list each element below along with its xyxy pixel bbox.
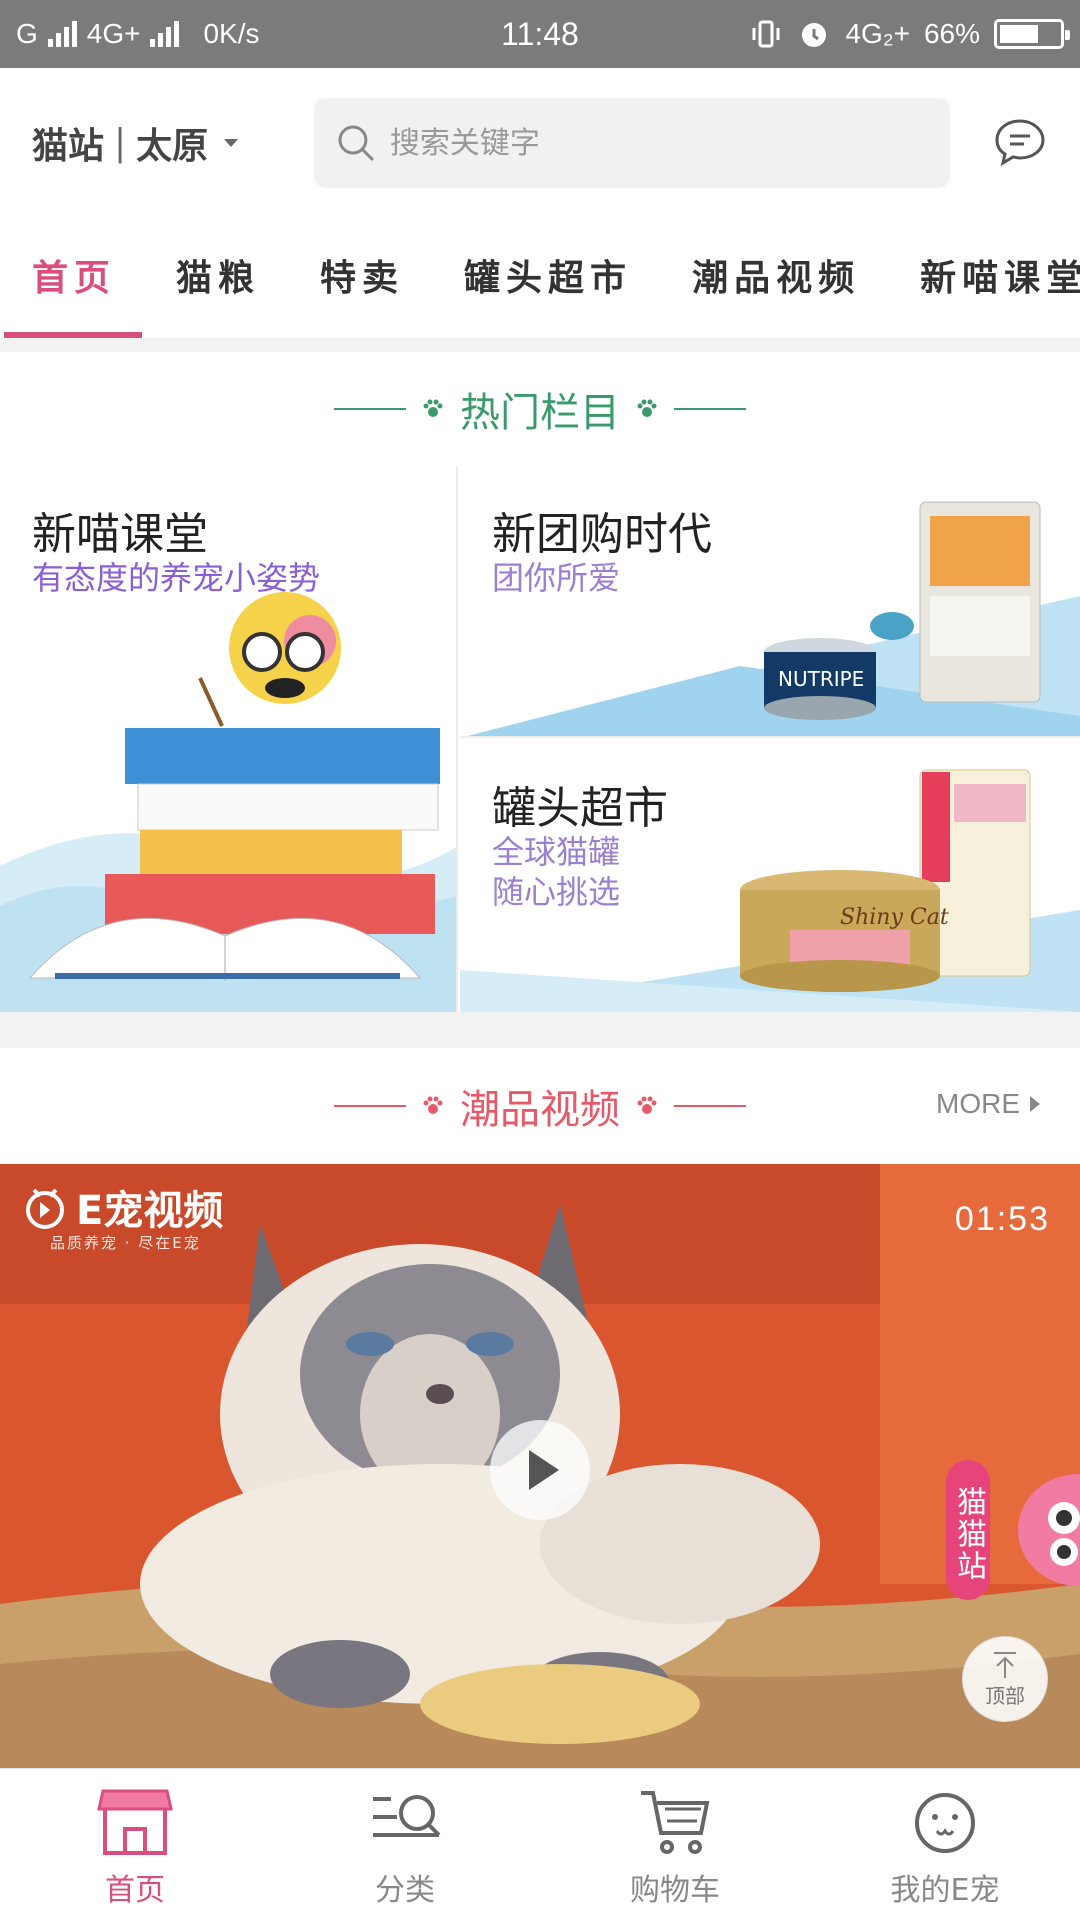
paw-icon: [423, 1096, 443, 1114]
nav-category[interactable]: 分类: [270, 1769, 540, 1920]
tv-icon: [26, 1188, 64, 1229]
nav-home[interactable]: 首页: [0, 1769, 270, 1920]
category-tabs: 首页 猫粮 特卖 罐头超市 潮品视频 新喵课堂: [0, 218, 1080, 338]
alarm-icon: [802, 23, 827, 47]
hot-section-header: 热门栏目: [0, 352, 1080, 466]
card-subtitle: 有态度的养宠小姿势: [32, 559, 321, 597]
network-right-label: 4G₂+: [845, 18, 910, 49]
tab-kitten-class[interactable]: 新喵课堂: [890, 218, 1080, 338]
shop-icon: [97, 1789, 173, 1855]
site-name: 猫站: [32, 125, 105, 167]
section-title: 热门栏目: [460, 390, 620, 436]
card-can-market[interactable]: Shiny Cat 罐头超市 全球猫罐 随心挑选: [460, 740, 1080, 1012]
battery-percent: 66%: [923, 18, 980, 49]
owl-mascot-icon[interactable]: [1016, 1460, 1080, 1600]
divider: [674, 408, 746, 410]
arrow-up-icon: [994, 1651, 1016, 1678]
network-label: 4G+: [86, 18, 141, 49]
card-subtitle: 全球猫罐 随心挑选: [492, 832, 620, 912]
divider: [674, 1105, 746, 1107]
message-icon[interactable]: [992, 115, 1048, 171]
battery-icon: [994, 19, 1070, 49]
play-icon: [529, 1450, 559, 1490]
card-group-buy[interactable]: NUTRIPE 新团购时代 团你所爱: [460, 466, 1080, 738]
card-title: 罐头超市: [492, 783, 668, 834]
nav-label: 购物车: [630, 1873, 720, 1908]
card-title: 新喵课堂: [32, 509, 208, 560]
more-label: MORE: [936, 1088, 1020, 1119]
nav-cart[interactable]: 购物车: [540, 1769, 810, 1920]
status-bar: G 4G+ 0K/s 11:48 4G₂+ 66%: [0, 0, 1080, 68]
category-search-icon: [373, 1795, 441, 1837]
paw-icon: [637, 399, 657, 417]
play-button[interactable]: [490, 1420, 590, 1520]
search-box[interactable]: [314, 98, 950, 188]
divider: [334, 1105, 406, 1107]
svg-text:NUTRIPE: NUTRIPE: [778, 667, 864, 691]
video-logo: E宠视频 品质养宠 · 尽在E宠: [22, 1178, 224, 1252]
paw-icon: [637, 1096, 657, 1114]
signal-icon: [47, 21, 77, 47]
section-title: 潮品视频: [460, 1087, 620, 1133]
bottom-nav: 首页 分类 购物车 我的E宠: [0, 1768, 1080, 1920]
search-icon: [338, 125, 374, 161]
arrow-right-icon: [1030, 1096, 1040, 1112]
video-duration: 01:53: [954, 1200, 1050, 1238]
city-name: 太原: [136, 125, 209, 167]
card-kitten-class[interactable]: 新喵课堂 有态度的养宠小姿势: [0, 466, 458, 1012]
nav-label: 分类: [375, 1873, 435, 1908]
card-subtitle-line: 随心挑选: [492, 873, 621, 911]
cart-icon: [641, 1791, 710, 1854]
trend-section-header: 潮品视频 MORE: [0, 1048, 1080, 1164]
caret-down-icon: [224, 139, 239, 147]
network-speed: 0K/s: [203, 18, 260, 49]
nav-profile[interactable]: 我的E宠: [810, 1769, 1080, 1920]
video-player[interactable]: E宠视频 品质养宠 · 尽在E宠 01:53: [0, 1164, 1080, 1768]
search-input[interactable]: [389, 125, 928, 161]
tab-can-market[interactable]: 罐头超市: [434, 218, 662, 338]
floating-cat-station-tag[interactable]: 猫猫站: [946, 1460, 990, 1600]
tab-home[interactable]: 首页: [0, 218, 146, 338]
back-to-top-label: 顶部: [985, 1683, 1025, 1708]
nav-label: 首页: [105, 1873, 165, 1908]
divider: |: [114, 122, 127, 164]
svg-text:Shiny Cat: Shiny Cat: [840, 905, 949, 930]
video-logo-text: E宠视频: [76, 1188, 224, 1234]
nav-label: 我的E宠: [890, 1873, 1000, 1908]
card-title: 新团购时代: [492, 509, 712, 560]
tab-special-sale[interactable]: 特卖: [290, 218, 434, 338]
hot-grid: 新喵课堂 有态度的养宠小姿势 NUTRIPE 新团购时代 团你所爱 Shiny …: [0, 466, 1080, 1012]
profile-face-icon: [915, 1793, 975, 1853]
tab-trend-video[interactable]: 潮品视频: [662, 218, 890, 338]
header: 猫站 | 太原: [0, 68, 1080, 218]
more-link[interactable]: MORE: [936, 1088, 1040, 1120]
card-subtitle-line: 全球猫罐: [492, 833, 621, 871]
paw-icon: [423, 399, 443, 417]
vibrate-icon: [752, 20, 780, 48]
divider: [334, 408, 406, 410]
back-to-top-button[interactable]: 顶部: [962, 1636, 1048, 1722]
card-subtitle: 团你所爱: [492, 559, 621, 597]
signal-icon-2: [150, 21, 180, 47]
city-selector[interactable]: 猫站 | 太原: [32, 117, 292, 169]
tab-cat-food[interactable]: 猫粮: [146, 218, 290, 338]
video-logo-subtitle: 品质养宠 · 尽在E宠: [50, 1234, 201, 1252]
carrier-label: G: [16, 18, 38, 49]
